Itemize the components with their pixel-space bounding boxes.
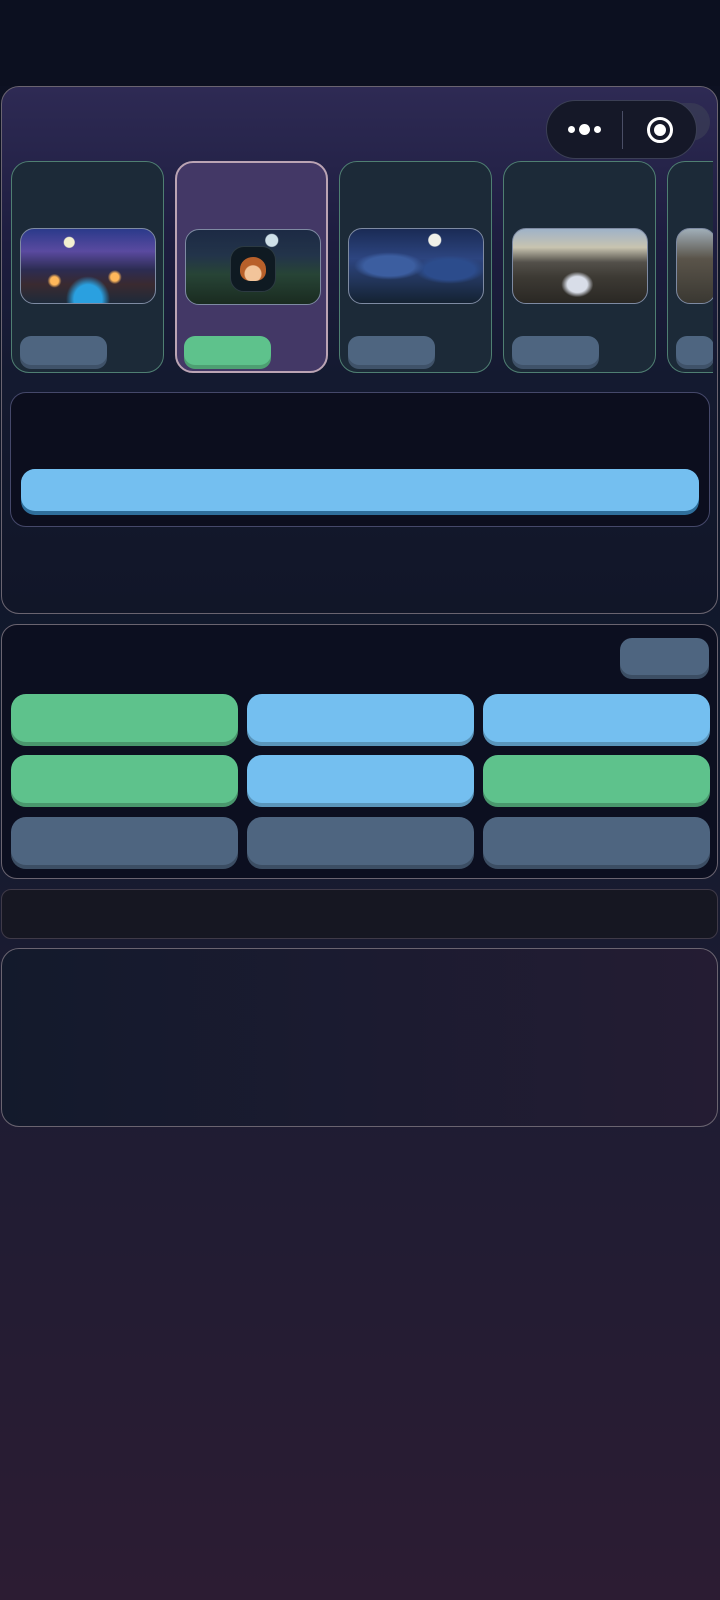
scene-thumbnail-stone-bridge — [512, 228, 648, 304]
action-button-5[interactable] — [247, 755, 474, 807]
scene-card-4[interactable] — [503, 161, 656, 373]
scene-tag-selected — [184, 336, 271, 369]
scene-thumbnail-blue-forest — [348, 228, 484, 304]
scene-tag — [348, 336, 435, 369]
action-button-3[interactable] — [483, 694, 710, 746]
scene-tag — [676, 336, 713, 369]
action-button-1[interactable] — [11, 694, 238, 746]
action-button-8[interactable] — [247, 817, 474, 869]
target-close-icon[interactable] — [623, 101, 696, 158]
mini-program-capsule — [546, 100, 697, 159]
action-button-2[interactable] — [247, 694, 474, 746]
progress-bar — [21, 469, 699, 515]
scene-card-5[interactable] — [667, 161, 713, 373]
status-panel — [10, 392, 710, 527]
action-button-4[interactable] — [11, 755, 238, 807]
scene-thumbnail-moonlit-meadow — [185, 229, 321, 305]
panel-corner-button[interactable] — [620, 638, 709, 679]
info-panel — [1, 948, 718, 1127]
more-dots-icon[interactable] — [547, 101, 622, 158]
action-button-9[interactable] — [483, 817, 710, 869]
action-button-6[interactable] — [483, 755, 710, 807]
message-log-bar — [1, 889, 718, 939]
scene-card-3[interactable] — [339, 161, 492, 373]
scene-card-2-selected[interactable] — [175, 161, 328, 373]
scene-thumbnail-mountain-pass — [676, 228, 713, 304]
scene-thumbnail-night-village — [20, 228, 156, 304]
scene-tag — [20, 336, 107, 369]
progress-bar-fill — [21, 469, 699, 511]
scene-card-1[interactable] — [11, 161, 164, 373]
scene-tag — [512, 336, 599, 369]
top-safe-area — [0, 0, 720, 86]
hero-portrait-icon — [230, 246, 276, 292]
action-button-7[interactable] — [11, 817, 238, 869]
